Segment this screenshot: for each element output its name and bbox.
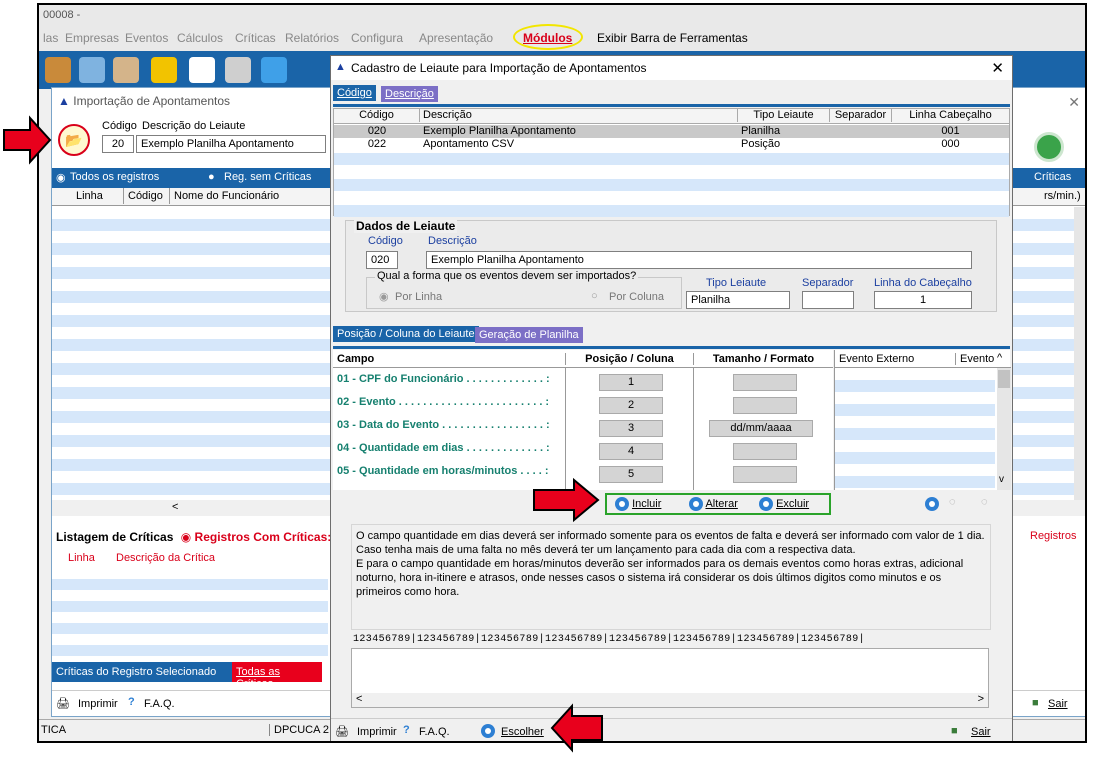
annotation-overlay xyxy=(3,115,603,753)
red-arrow-left xyxy=(3,115,52,165)
red-arrow-bottom xyxy=(550,703,603,753)
red-arrow-middle xyxy=(533,477,600,523)
